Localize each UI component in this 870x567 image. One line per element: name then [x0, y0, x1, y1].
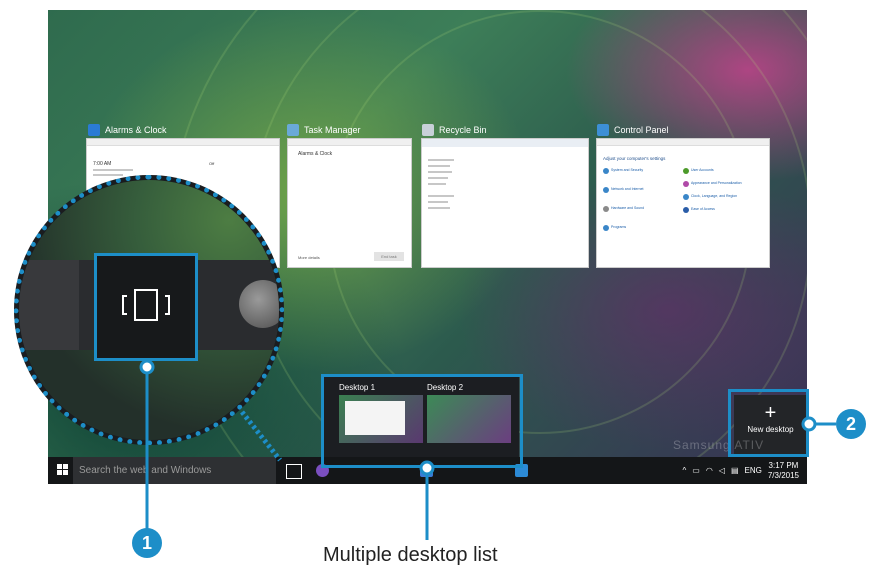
callout-2: 2	[836, 409, 866, 439]
callout-1: 1	[132, 528, 162, 558]
callout-lines	[139, 359, 836, 540]
caption-label: Multiple desktop list	[323, 544, 498, 566]
